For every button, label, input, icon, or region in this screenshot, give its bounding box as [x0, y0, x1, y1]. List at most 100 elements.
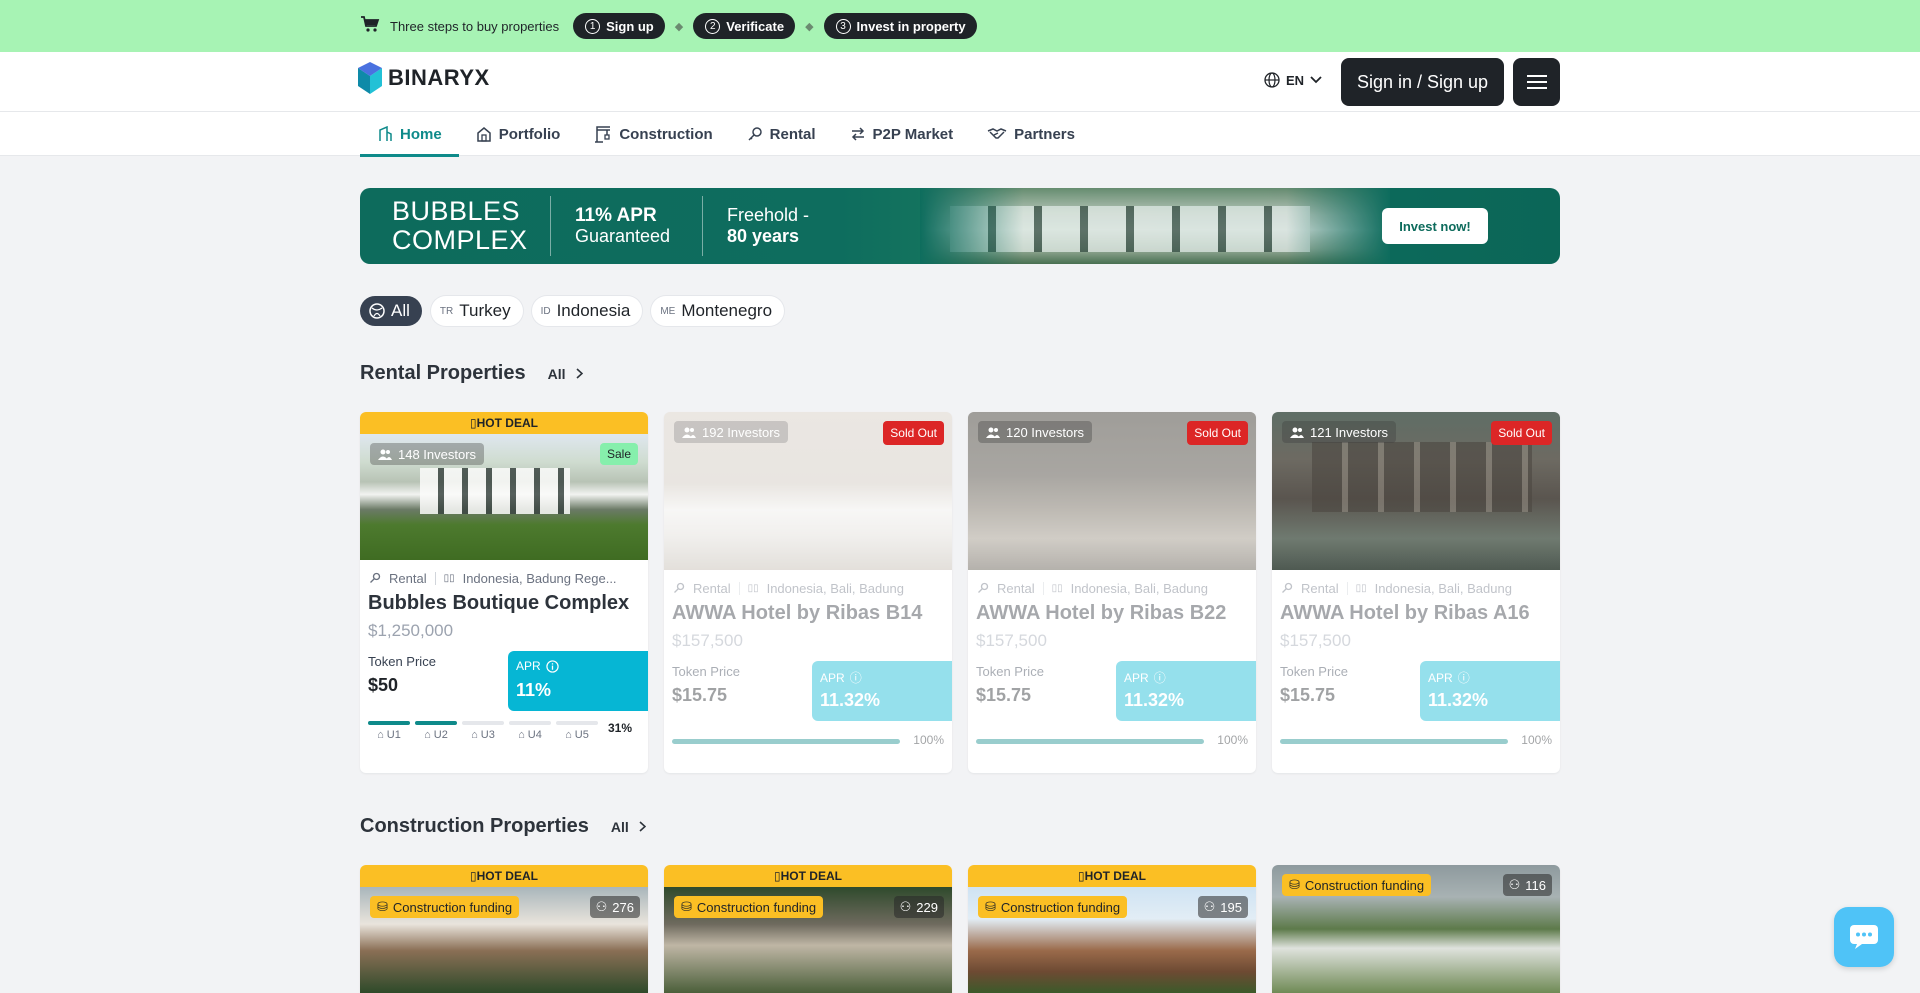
info-icon[interactable]: ⓘ — [1458, 669, 1470, 686]
logo[interactable]: BINARYX — [358, 62, 490, 94]
property-card[interactable]: ▯ HOT DEAL 148 Investors Sale Rental ▯▯ … — [360, 412, 648, 773]
property-card[interactable]: 121 Investors Sold Out Rental ▯▯ Indones… — [1272, 412, 1560, 773]
sold-out-badge: Sold Out — [1491, 421, 1552, 445]
step-invest[interactable]: 3 Invest in property — [823, 13, 977, 39]
users-icon: ⚇ — [1203, 899, 1216, 914]
hot-deal-badge: ▯ HOT DEAL — [664, 865, 952, 887]
step-sign-up[interactable]: 1 Sign up — [573, 13, 665, 39]
flag-icon: ▯▯ — [1051, 582, 1063, 594]
nav-portfolio[interactable]: Portfolio — [459, 112, 578, 156]
unit-label: ⌂ U4 — [518, 729, 542, 741]
filter-montenegro[interactable]: ME Montenegro — [651, 296, 785, 326]
flag-icon: ▯▯ — [443, 572, 455, 584]
hot-deal-badge: ▯ HOT DEAL — [360, 412, 648, 434]
unit-segment: ⌂ U5 — [556, 721, 598, 741]
promo-text: Three steps to buy properties — [390, 18, 560, 34]
logo-icon — [358, 62, 382, 94]
flag-icon: TR — [439, 305, 454, 317]
chat-icon — [1850, 925, 1878, 949]
unit-segment: ⌂ U3 — [462, 721, 504, 741]
sale-badge: Sale — [599, 443, 638, 465]
pricing-block: Token Price $50 APR 11% — [360, 651, 648, 711]
banner-title: BUBBLES COMPLEX — [392, 196, 528, 255]
property-photo: ⛁ Construction funding ⚇ 195 — [968, 887, 1256, 993]
construction-card[interactable]: ▯ HOT DEAL ⛁ Construction funding ⚇ 276 — [360, 865, 648, 993]
property-price: $1,250,000 — [368, 621, 454, 640]
investors-count: ⚇ 116 — [1502, 874, 1552, 896]
unit-label: ⌂ U3 — [471, 729, 495, 741]
invest-now-button[interactable]: Invest now! — [1382, 208, 1488, 244]
info-icon[interactable]: ⓘ — [1154, 669, 1166, 686]
nav-home[interactable]: Home — [360, 112, 459, 157]
promo-banner[interactable]: BUBBLES COMPLEX 11% APR Guaranteed Freehol… — [360, 188, 1560, 264]
country-filters: All TR Turkey ID Indonesia ME Montenegro — [360, 296, 785, 326]
coins-icon: ⛁ — [681, 899, 692, 914]
banner-divider — [550, 196, 551, 256]
hot-deal-badge: ▯ HOT DEAL — [360, 865, 648, 887]
users-icon: ⚇ — [899, 899, 912, 914]
unit-segment: ⌂ U2 — [415, 721, 457, 741]
property-name: AWWA Hotel by Ribas B14 — [672, 602, 923, 624]
info-icon[interactable]: ⓘ — [850, 669, 862, 686]
funded-percent: 100% — [1521, 733, 1552, 747]
construction-card[interactable]: ▯ HOT DEAL ⛁ Construction funding ⚇ 195 — [968, 865, 1256, 993]
nav-rental[interactable]: Rental — [730, 112, 833, 156]
users-icon — [378, 449, 392, 460]
info-icon[interactable] — [546, 659, 559, 673]
chevron-right-icon — [575, 368, 583, 379]
key-icon — [370, 572, 381, 583]
investors-count: ⚇ 195 — [1197, 896, 1248, 918]
fire-icon: ▯ — [470, 869, 477, 883]
chevron-down-icon — [1310, 76, 1322, 84]
hot-deal-badge: ▯ HOT DEAL — [968, 865, 1256, 887]
language-selector[interactable]: EN — [1264, 72, 1322, 88]
apr-box: APR ⓘ 11.32% — [1420, 661, 1560, 721]
home-icon — [379, 126, 392, 141]
funding-progress: 100% — [1272, 721, 1560, 761]
banner-divider — [702, 196, 703, 256]
coins-icon: ⛁ — [985, 899, 996, 914]
filter-indonesia[interactable]: ID Indonesia — [531, 296, 643, 326]
unit-progress: ⌂ U1 ⌂ U2 ⌂ U3 ⌂ U4 ⌂ U5 31% — [360, 711, 648, 751]
filter-turkey[interactable]: TR Turkey — [430, 296, 523, 326]
sign-in-button[interactable]: Sign in / Sign up — [1341, 58, 1504, 106]
flag-icon: ▯▯ — [747, 582, 759, 594]
rental-section-header: Rental Properties All — [360, 362, 583, 385]
apr-box: APR ⓘ 11.32% — [1116, 661, 1256, 721]
chat-button[interactable] — [1834, 907, 1894, 967]
investors-badge: 192 Investors — [674, 421, 789, 443]
see-all-construction[interactable]: All — [611, 819, 646, 835]
token-price-label: Token Price — [672, 664, 740, 679]
filter-all[interactable]: All — [360, 296, 422, 326]
coins-icon: ⛁ — [377, 899, 388, 914]
menu-button[interactable] — [1513, 58, 1560, 106]
promo-bar: Three steps to buy properties 1 Sign up ◆… — [0, 0, 1920, 52]
fire-icon: ▯ — [1078, 869, 1085, 883]
funded-percent: 100% — [913, 733, 944, 747]
handshake-icon — [987, 128, 1007, 139]
property-card[interactable]: 192 Investors Sold Out Rental ▯▯ Indones… — [664, 412, 952, 773]
property-name: AWWA Hotel by Ribas A16 — [1280, 602, 1530, 624]
pricing-block: Token Price $15.75 APR ⓘ 11.32% — [664, 661, 952, 721]
unit-label: ⌂ U1 — [377, 729, 401, 741]
unit-segment: ⌂ U1 — [368, 721, 410, 741]
users-icon — [1290, 427, 1304, 438]
token-price-label: Token Price — [1280, 664, 1348, 679]
step-verificate[interactable]: 2 Verificate — [693, 13, 796, 39]
nav-partners[interactable]: Partners — [970, 112, 1092, 156]
investors-badge: 121 Investors — [1282, 421, 1397, 443]
unit-label: ⌂ U5 — [565, 729, 589, 741]
investors-badge: 120 Investors — [978, 421, 1093, 443]
users-icon — [986, 427, 1000, 438]
section-title: Rental Properties — [360, 362, 526, 384]
construction-card[interactable]: ⛁ Construction funding ⚇ 116 — [1272, 865, 1560, 993]
nav-p2p-market[interactable]: P2P Market — [833, 112, 971, 156]
token-price-label: Token Price — [368, 654, 436, 669]
section-title: Construction Properties — [360, 815, 589, 837]
crane-icon — [595, 126, 611, 143]
property-card[interactable]: 120 Investors Sold Out Rental ▯▯ Indones… — [968, 412, 1256, 773]
construction-card[interactable]: ▯ HOT DEAL ⛁ Construction funding ⚇ 229 — [664, 865, 952, 993]
nav-construction[interactable]: Construction — [577, 112, 729, 156]
sold-out-badge: Sold Out — [1187, 421, 1248, 445]
see-all-rental[interactable]: All — [548, 366, 583, 382]
